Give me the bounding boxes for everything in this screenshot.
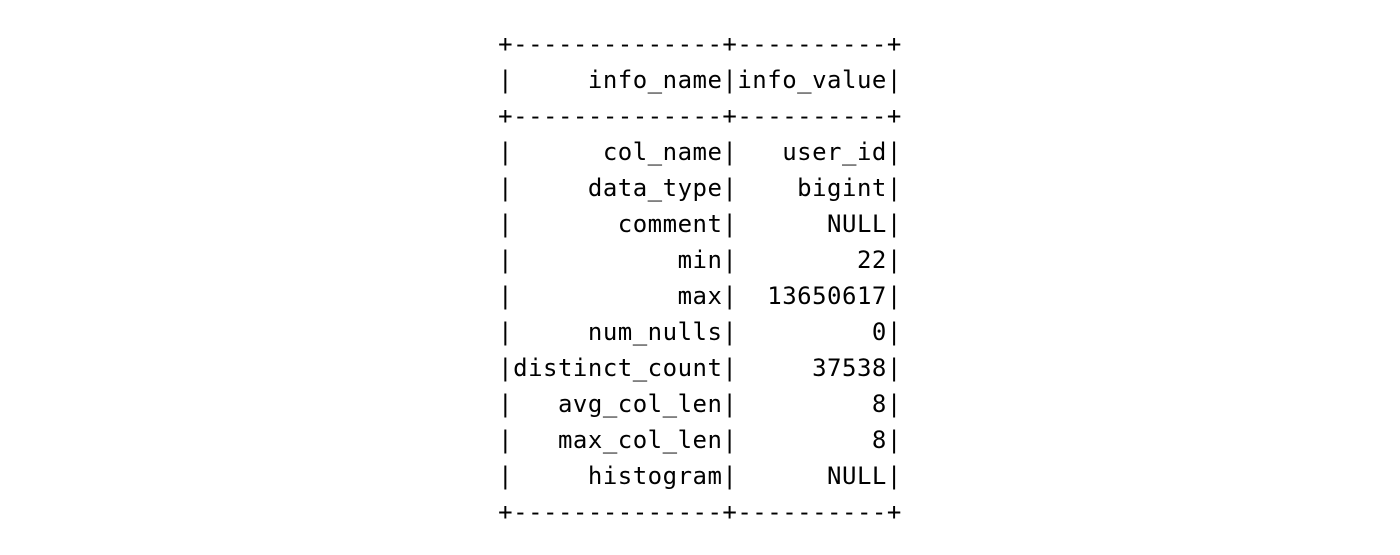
ascii-table-output: +--------------+----------+ | info_name|… [498, 26, 902, 530]
